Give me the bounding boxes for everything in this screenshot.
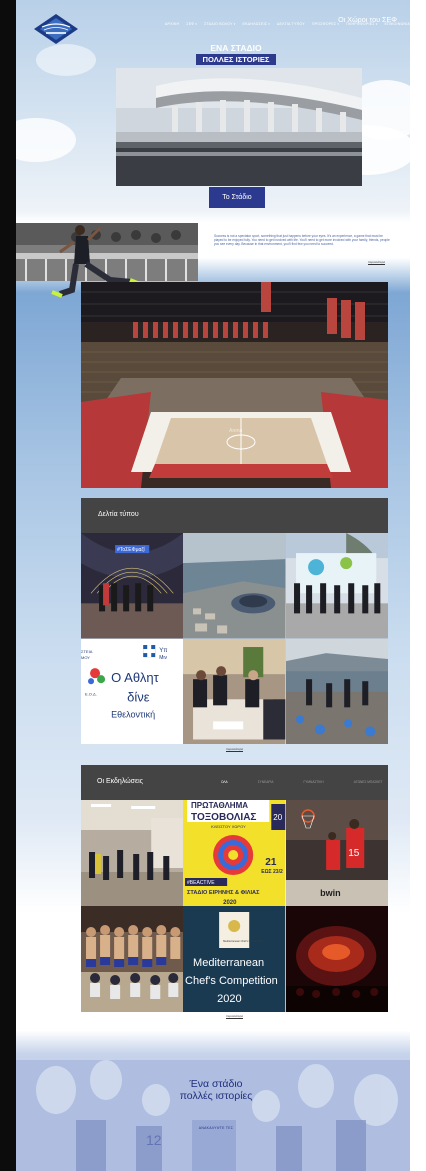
sponsor-text: bwin — [320, 888, 341, 898]
tab-all[interactable]: ΟΛΑ — [221, 780, 228, 784]
nav-item-home[interactable]: ΑΡΧΙΚΗ — [165, 22, 179, 26]
tab-gymnastics[interactable]: ΓΥΜΝΑΣΤΙΚΗ — [303, 780, 323, 784]
tab-basketball[interactable]: ΑΓΩΝΕΣ ΜΠΑΣΚΕΤ — [354, 780, 383, 784]
about-more-link[interactable]: περισσότερα — [368, 260, 386, 265]
archery-title-2: ΤΟΞΟΒΟΛΙΑΣ — [191, 812, 256, 823]
chef-year: 2020 — [217, 993, 242, 1005]
press-tile[interactable]: Υπ Μιν ΣΤΕΙΑ ΜΟΥ Ε.Ο.Δ. Ο Αθλητ δίνε Εθε… — [81, 638, 184, 744]
ministry-text-2: Μιν — [159, 655, 167, 661]
nav-item-volos-stadium[interactable]: ΣΤΑΔΙΟ ΒΟΛΟΥ▾ — [204, 22, 235, 26]
page: ΑΡΧΙΚΗ ΣΕΦ▾ ΣΤΑΔΙΟ ΒΟΛΟΥ▾ ΕΚΔΗΛΩΣΕΙΣ▾ ΔΕ… — [16, 0, 410, 1171]
archery-venue: ΣΤΑΔΙΟ ΕΙΡΗΝΗΣ & ΦΙΛΙΑΣ — [187, 890, 260, 896]
press-tile[interactable] — [285, 533, 388, 639]
chef-title-1: Mediterranean — [193, 957, 264, 969]
press-tile[interactable] — [285, 638, 388, 744]
hero-title-line1: ΕΝΑ ΣΤΑΔΙΟ — [210, 43, 262, 53]
archery-badge: 20 — [274, 813, 283, 822]
sef-logo[interactable] — [32, 12, 80, 46]
logo-text-2: ΜΟΥ — [81, 655, 90, 660]
hero-title: ΕΝΑ ΣΤΑΔΙΟ ΠΟΛΛΕΣ ΙΣΤΟΡΙΕΣ — [196, 44, 276, 65]
discover-button[interactable]: ΑΝΑΚΑΛΥΨΤΕ ΤΕΣ — [198, 1126, 234, 1130]
press-more-link[interactable]: περισσότερα — [226, 747, 244, 752]
nav-item-offers[interactable]: ΠΡΟΣΦΟΡΕΣ▾ — [312, 22, 339, 26]
events-header: Οι Εκδηλώσεις ΟΛΑ ΣΥΝΕΔΡΙΑ ΓΥΜΝΑΣΤΙΚΗ ΑΓ… — [81, 765, 388, 800]
event-tile[interactable] — [285, 906, 388, 1012]
event-tile[interactable] — [81, 800, 184, 906]
hashtag-caption: #ToΣΕΦμαζί — [117, 547, 145, 553]
about-paragraph: Success is not a spectator sport, someth… — [214, 234, 390, 247]
logo-text: ΣΤΕΙΑ — [81, 649, 93, 654]
right-white-border — [410, 0, 426, 1171]
court-logo: Arena — [229, 428, 243, 434]
stadium-button[interactable]: Το Στάδιο — [209, 187, 265, 208]
event-tile[interactable]: ΠΡΩΤΑΘΛΗΜΑ ΤΟΞΟΒΟΛΙΑΣ ΚΛΕΙΣΤΟΥ ΧΩΡΟΥ 20 … — [183, 800, 286, 906]
event-tile[interactable]: Mediterranean Chef's Competition Mediter… — [183, 906, 286, 1012]
press-grid: #ToΣΕΦμαζί Υπ Μιν ΣΤΕΙΑ ΜΟΥ Ε.Ο.Δ. Ο Αθλ… — [81, 533, 388, 744]
tab-conferences[interactable]: ΣΥΝΕΔΡΙΑ — [258, 780, 274, 784]
venues-arena-photo[interactable]: Arena — [81, 282, 388, 488]
nav-item-events[interactable]: ΕΚΔΗΛΩΣΕΙΣ▾ — [242, 22, 269, 26]
press-tile[interactable] — [183, 533, 286, 639]
archery-subtitle: ΚΛΕΙΣΤΟΥ ΧΩΡΟΥ — [211, 824, 246, 829]
chef-title-2: Chef's Competition — [185, 975, 278, 987]
events-grid: ΠΡΩΤΑΘΛΗΜΑ ΤΟΞΟΒΟΛΙΑΣ ΚΛΕΙΣΤΟΥ ΧΩΡΟΥ 20 … — [81, 800, 388, 1012]
events-tabs: ΟΛΑ ΣΥΝΕΔΡΙΑ ΓΥΜΝΑΣΤΙΚΗ ΑΓΩΝΕΣ ΜΠΑΣΚΕΤ — [221, 780, 383, 784]
volunteer-text-3: Εθελοντική — [111, 709, 155, 719]
jersey-number: 15 — [348, 848, 360, 859]
archery-date-1: 21 — [266, 857, 278, 868]
chevron-down-icon: ▾ — [233, 22, 236, 26]
archery-hashtag: #BEACTIVE — [187, 880, 215, 886]
press-title: Δελτία τύπου — [98, 511, 139, 518]
chef-certificate-text: Mediterranean Chef's Competition — [223, 939, 263, 943]
event-tile[interactable] — [81, 906, 184, 1012]
left-dark-border — [0, 0, 16, 1171]
footer-title: Ένα στάδιο πολλές ιστορίες — [156, 1078, 276, 1102]
jersey-number-footer: 12 — [146, 1132, 162, 1148]
press-tile[interactable]: #ToΣΕΦμαζί — [81, 533, 184, 639]
venues-title: Οι Χώροι του ΣΕΦ — [338, 15, 397, 24]
eoda-text: Ε.Ο.Δ. — [85, 691, 97, 696]
volunteer-text: Ο Αθλητ — [111, 670, 160, 685]
footer-title-line2: πολλές ιστορίες — [179, 1090, 253, 1102]
archery-date-2: ΕΩΣ 23/2 — [262, 869, 284, 875]
nav-item-press[interactable]: ΔΕΛΤΙΑ ΤΥΠΟΥ — [277, 22, 305, 26]
footer-banner-photo: 12 — [16, 1060, 410, 1171]
stadium-photo — [116, 68, 362, 186]
events-more-link[interactable]: περισσότερα — [226, 1014, 244, 1019]
volunteer-text-2: δίνε — [127, 689, 150, 704]
archery-title-1: ΠΡΩΤΑΘΛΗΜΑ — [191, 801, 248, 810]
press-tile[interactable] — [183, 638, 286, 744]
events-title: Οι Εκδηλώσεις — [97, 778, 144, 785]
chevron-down-icon: ▾ — [268, 22, 270, 26]
nav-item-sef[interactable]: ΣΕΦ▾ — [186, 22, 197, 26]
ministry-text: Υπ — [159, 648, 167, 654]
footer-title-line1: Ένα στάδιο — [189, 1078, 243, 1090]
hero-title-line2: ΠΟΛΛΕΣ ΙΣΤΟΡΙΕΣ — [196, 54, 276, 65]
chevron-down-icon: ▾ — [195, 22, 198, 26]
event-tile[interactable]: 15 bwin — [285, 800, 388, 906]
press-header: Δελτία τύπου — [81, 498, 388, 533]
